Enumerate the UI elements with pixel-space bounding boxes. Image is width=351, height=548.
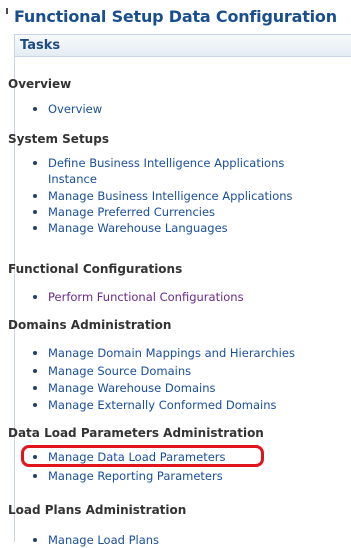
bullet-icon (33, 107, 37, 111)
bullet-icon (33, 295, 37, 299)
task-link-label: Manage Warehouse Languages (48, 221, 228, 235)
task-link-label: Manage Load Plans (48, 533, 160, 547)
task-link-label: Manage Domain Mappings and Hierarchies (48, 346, 295, 360)
task-link-label: Manage Reporting Parameters (48, 469, 223, 483)
bullet-icon (33, 369, 37, 373)
task-link-label: Manage Preferred Currencies (48, 205, 216, 219)
task-link-label: Manage Externally Conformed Domains (48, 398, 277, 412)
task-link-label: Perform Functional Configurations (48, 290, 244, 304)
bullet-icon (33, 161, 37, 165)
page-title: Functional Setup Data Configuration (14, 7, 337, 26)
section-title-system-setups: System Setups (8, 132, 109, 146)
window-corner-mark (6, 8, 8, 14)
section-title-domains-administration: Domains Administration (8, 318, 172, 332)
section-title-functional-configurations: Functional Configurations (8, 262, 183, 276)
bullet-icon (33, 210, 37, 214)
task-link-label: Define Business Intelligence Application… (48, 156, 285, 186)
bullet-icon (33, 474, 37, 478)
bullet-icon (33, 455, 37, 459)
bullet-icon (33, 386, 37, 390)
task-link-label: Manage Business Intelligence Application… (48, 189, 293, 203)
section-title-data-load-parameters-administration: Data Load Parameters Administration (8, 426, 264, 440)
bullet-icon (33, 351, 37, 355)
section-title-overview: Overview (8, 77, 72, 91)
bullet-icon (33, 226, 37, 230)
bullet-icon (33, 194, 37, 198)
task-link-label: Manage Data Load Parameters (48, 450, 226, 464)
bullet-icon (33, 403, 37, 407)
tasks-panel-header: Tasks (15, 34, 351, 57)
bullet-icon (33, 538, 37, 542)
task-link-label: Manage Source Domains (48, 364, 192, 378)
task-link-label: Manage Warehouse Domains (48, 381, 216, 395)
section-title-load-plans-administration: Load Plans Administration (8, 503, 187, 517)
task-link-label: Overview (48, 102, 103, 116)
